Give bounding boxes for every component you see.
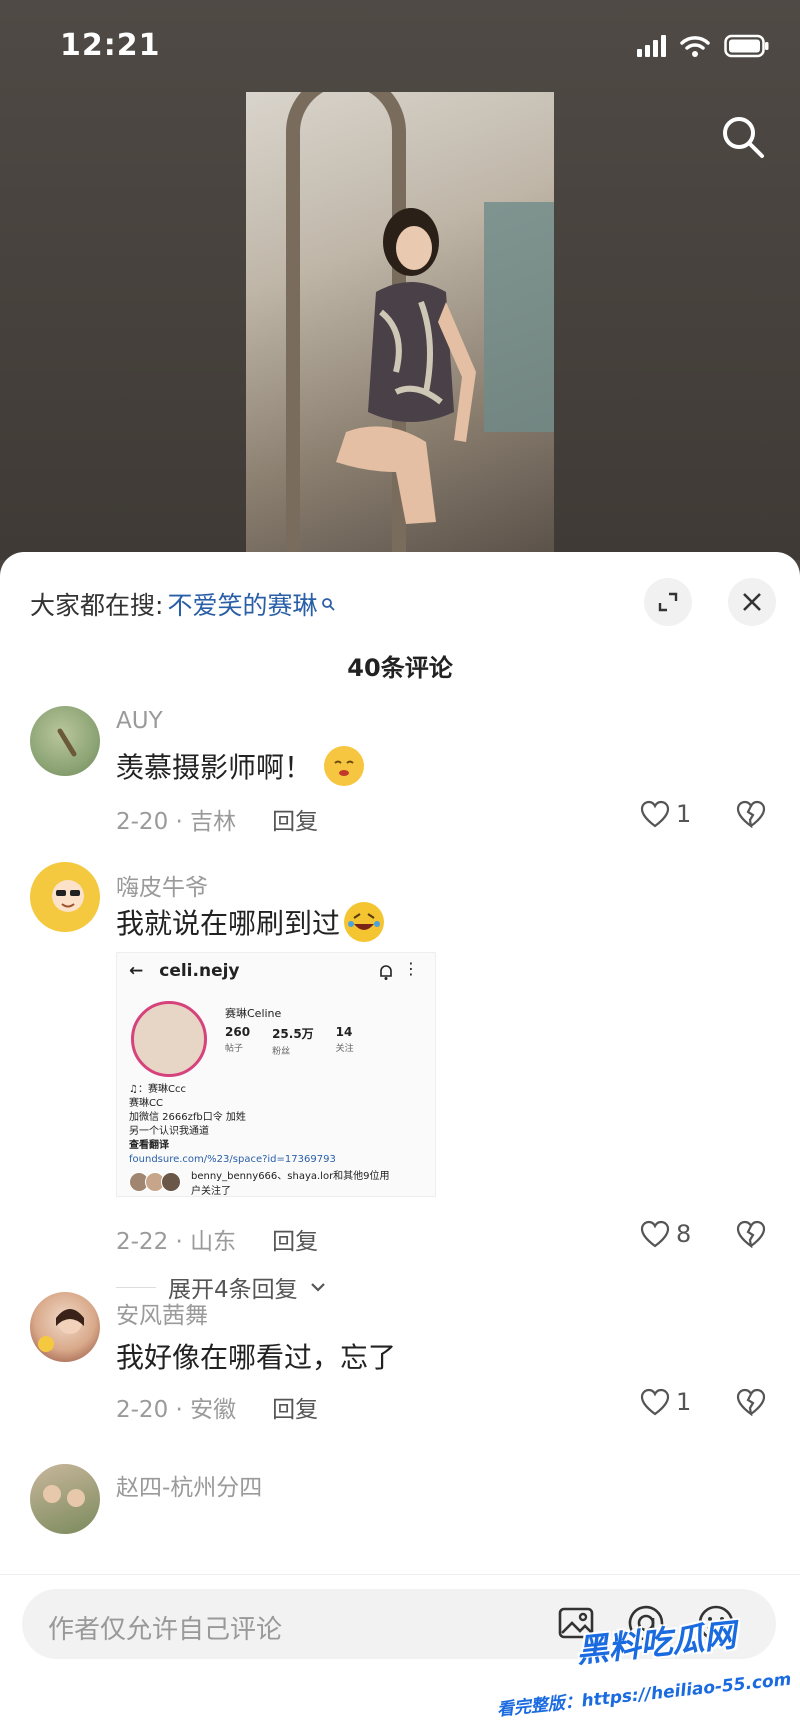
smiling-face-emoji-icon — [324, 746, 365, 786]
heart-icon — [640, 1388, 670, 1416]
dislike-button[interactable] — [736, 1220, 766, 1252]
comment-item: AUY 羡慕摄影师啊！ 2-20 · 吉林 回复 1 — [0, 706, 800, 872]
like-count: 1 — [676, 1388, 692, 1416]
like-button[interactable]: 1 — [640, 800, 691, 828]
status-time: 12:21 — [60, 28, 161, 63]
video-frame-photo[interactable] — [246, 92, 554, 552]
comment-meta: 2-20 · 安徽 回复 — [116, 1390, 318, 1424]
comment-item: 赵四-杭州分四 — [0, 1464, 800, 1584]
reply-button[interactable]: 回复 — [272, 1222, 318, 1256]
dislike-button[interactable] — [736, 1388, 766, 1420]
reply-button[interactable]: 回复 — [272, 802, 318, 836]
ss-bio-line: 另一个认识我通道 — [129, 1126, 209, 1137]
like-count: 8 — [676, 1220, 692, 1248]
comment-text-content: 我好像在哪看过，忘了 — [116, 1341, 397, 1374]
ss-bio-line: 加微信 2666zfb口令 加姓 — [129, 1112, 246, 1123]
ss-back-arrow-icon: ← — [129, 961, 144, 981]
ss-bio-line: ♫：赛琳Ccc — [129, 1084, 186, 1095]
ss-profile-avatar — [131, 1001, 207, 1077]
site-watermark: 黑料吃瓜网 看完整版：https://heiliao-55.com — [496, 1616, 796, 1728]
hot-search-link[interactable]: 大家都在搜: 不爱笑的赛琳 — [30, 586, 336, 622]
ss-bio-line: 赛琳CC — [129, 1098, 163, 1109]
avatar[interactable] — [30, 706, 100, 776]
comment-meta: 2-22 · 山东 回复 — [116, 1222, 318, 1256]
wifi-icon — [680, 34, 710, 58]
comment-username[interactable]: AUY — [116, 708, 163, 734]
close-sheet-button[interactable] — [728, 578, 776, 626]
ss-handle: celi.nejy — [159, 961, 240, 981]
ss-display-name: 赛琳Celine — [225, 1007, 282, 1020]
reply-button[interactable]: 回复 — [272, 1390, 318, 1424]
broken-heart-icon — [736, 800, 766, 829]
like-button[interactable]: 1 — [640, 1388, 691, 1416]
broken-heart-icon — [736, 1220, 766, 1249]
comment-text: 我就说在哪刷到过 — [116, 902, 385, 942]
comment-count: 40条评论 — [347, 654, 453, 682]
ss-link: foundsure.com/%23/space?id=17369793 — [129, 1154, 336, 1165]
close-icon — [743, 593, 761, 611]
ss-stat-label: 粉丝 — [272, 1047, 291, 1057]
battery-icon — [724, 34, 770, 58]
rolling-on-floor-laughing-emoji-icon — [344, 902, 385, 942]
divider-line — [116, 1286, 156, 1288]
watermark-url: 看完整版：https://heiliao-55.com — [496, 1669, 793, 1721]
ss-stat-value: 14 — [335, 1025, 353, 1039]
ss-stat-label: 关注 — [335, 1044, 354, 1054]
ss-followers: benny_benny666、shaya.lor和其他9位用户关注了 — [129, 1167, 391, 1197]
comment-item: 嗨皮牛爷 我就说在哪刷到过 ← celi.nejy ⋮ 赛琳Celine 260… — [0, 862, 800, 1303]
comment-username[interactable]: 赵四-杭州分四 — [116, 1468, 262, 1502]
comment-username[interactable]: 嗨皮牛爷 — [116, 868, 208, 902]
comment-text: 我好像在哪看过，忘了 — [116, 1336, 396, 1376]
comment-date-location: 2-20 · 吉林 — [116, 809, 237, 835]
ss-stat-value: 25.5万 — [272, 1027, 314, 1041]
comment-date-location: 2-22 · 山东 — [116, 1229, 237, 1255]
comment-sheet: 大家都在搜: 不爱笑的赛琳 40条评论 AUY 羡慕摄影师啊！ 2-20 · 吉… — [0, 552, 800, 1733]
comment-attached-image[interactable]: ← celi.nejy ⋮ 赛琳Celine 260 帖子 25.5万粉丝 14 关… — [116, 952, 436, 1197]
dislike-button[interactable] — [736, 800, 766, 832]
ss-see-translation: 查看翻译 — [129, 1140, 169, 1151]
bell-icon — [380, 965, 392, 980]
ss-stat-label: 帖子 — [225, 1044, 244, 1054]
ss-bio: ♫：赛琳Ccc 赛琳CC 加微信 2666zfb口令 加姓 另一个认识我通道 查… — [129, 1083, 336, 1167]
comment-date-location: 2-20 · 安徽 — [116, 1397, 237, 1423]
like-count: 1 — [676, 800, 692, 828]
comment-sheet-header: 大家都在搜: 不爱笑的赛琳 40条评论 — [0, 552, 800, 682]
avatar[interactable] — [30, 1464, 100, 1534]
more-icon: ⋮ — [403, 959, 419, 978]
small-search-icon — [322, 598, 336, 611]
hot-search-keyword[interactable]: 不爱笑的赛琳 — [167, 586, 317, 622]
expand-icon — [658, 592, 678, 612]
status-icons — [637, 34, 770, 58]
comment-text: 羡慕摄影师啊！ — [116, 746, 365, 786]
comment-username[interactable]: 安风茜舞 — [116, 1296, 208, 1330]
hot-search-prefix: 大家都在搜: — [30, 591, 164, 620]
avatar[interactable] — [30, 1292, 100, 1362]
heart-icon — [640, 1220, 670, 1248]
search-icon[interactable] — [716, 110, 770, 164]
comment-meta: 2-20 · 吉林 回复 — [116, 802, 318, 836]
cellular-signal-icon — [637, 35, 666, 57]
comment-text-content: 羡慕摄影师啊！ — [116, 751, 313, 784]
status-bar: 12:21 — [0, 0, 800, 100]
avatar[interactable] — [30, 862, 100, 932]
ss-header: ← celi.nejy — [129, 961, 240, 981]
comment-item: 安风茜舞 我好像在哪看过，忘了 2-20 · 安徽 回复 1 — [0, 1292, 800, 1452]
comment-input-placeholder: 作者仅允许自己评论 — [48, 1615, 283, 1645]
comment-text-content: 我就说在哪刷到过 — [116, 907, 341, 940]
video-area[interactable]: 12:21 — [0, 0, 800, 560]
ss-stat-value: 260 — [225, 1025, 251, 1039]
like-button[interactable]: 8 — [640, 1220, 691, 1248]
heart-icon — [640, 800, 670, 828]
ss-stats: 260 帖子 25.5万粉丝 14 关注 — [225, 1025, 354, 1057]
watermark-title: 黑料吃瓜网 — [574, 1615, 738, 1671]
ss-followed-by: benny_benny666、shaya.lor和其他9位用户关注了 — [191, 1171, 390, 1197]
expand-sheet-button[interactable] — [644, 578, 692, 626]
broken-heart-icon — [736, 1388, 766, 1417]
